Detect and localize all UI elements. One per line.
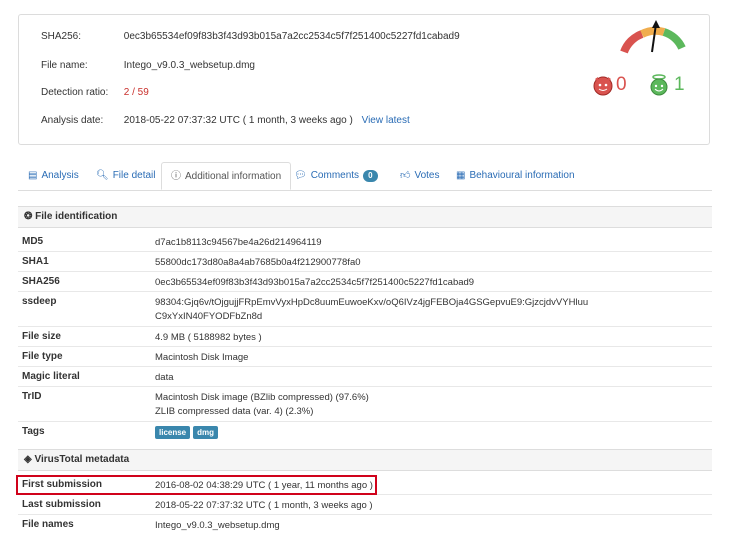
row-key: ssdeep: [22, 296, 57, 307]
sha256-row: SHA256: 0ec3b65534ef09f83b3f43d93b015a7a…: [41, 31, 460, 42]
file-identification-heading: ❂ File identification: [18, 206, 712, 228]
detection-label: Detection ratio:: [41, 87, 109, 98]
table-icon: ▤: [28, 170, 38, 181]
community-score-gauge: 0 1: [578, 18, 688, 108]
table-row-last-submission: Last submission 2018-05-22 07:37:32 UTC …: [18, 495, 712, 515]
harmless-votes-count: 1: [674, 74, 685, 95]
analysis-date-row: Analysis date: 2018-05-22 07:37:32 UTC (…: [41, 115, 410, 126]
tab-comments[interactable]: 💬︎ Comments 0: [294, 162, 378, 190]
thumbs-icon: 👍︎: [400, 170, 411, 181]
row-value: 2018-05-22 07:37:32 UTC ( 1 month, 3 wee…: [155, 500, 373, 511]
detection-ratio: 2 / 59: [123, 87, 149, 98]
search-icon: 🔍︎: [96, 170, 109, 181]
ssdeep-line-1: 98304:Gjq6v/tOjgujjFRpEmvVyxHpDc8uumEuwo…: [155, 297, 589, 308]
filename-label: File name:: [41, 60, 88, 71]
row-key: TrID: [22, 391, 42, 402]
virustotal-metadata-heading: ◈ VirusTotal metadata: [18, 449, 712, 471]
row-key: Magic literal: [22, 371, 80, 382]
tab-behavioural-information[interactable]: ▦ Behavioural information: [456, 162, 575, 190]
analysis-date-value: 2018-05-22 07:37:32 UTC ( 1 month, 3 wee…: [123, 115, 353, 126]
row-value: Macintosh Disk Image: [155, 352, 249, 363]
trid-line-2: ZLIB compressed data (var. 4) (2.3%): [155, 406, 314, 417]
row-value: 4.9 MB ( 5188982 bytes ): [155, 332, 262, 343]
comments-count-badge: 0: [363, 170, 378, 182]
tab-analysis[interactable]: ▤ Analysis: [28, 162, 79, 190]
row-key: SHA256: [22, 276, 60, 287]
film-icon: ▦: [456, 170, 466, 181]
fingerprint-icon: ❂: [24, 211, 33, 222]
row-key: File size: [22, 331, 61, 342]
row-key: SHA1: [22, 256, 49, 267]
sha256-label: SHA256:: [41, 31, 82, 42]
row-key: MD5: [22, 236, 44, 247]
tag-icon: ◈: [24, 454, 32, 465]
row-value: Intego_v9.0.3_websetup.dmg: [155, 520, 280, 531]
comment-icon: 💬︎: [294, 170, 307, 181]
row-value: d7ac1b8113c94567be4a26d214964119: [155, 237, 322, 248]
row-key: Tags: [22, 426, 45, 437]
malicious-votes-count: 0: [616, 74, 627, 95]
table-row-file-size: File size 4.9 MB ( 5188982 bytes ): [18, 327, 712, 347]
analysis-date-label: Analysis date:: [41, 115, 104, 126]
row-key: Last submission: [22, 499, 101, 510]
table-row-file-names: File names Intego_v9.0.3_websetup.dmg: [18, 515, 712, 537]
table-row-file-type: File type Macintosh Disk Image: [18, 347, 712, 367]
sha256-value: 0ec3b65534ef09f83b3f43d93b015a7a2cc2534c…: [123, 31, 460, 42]
file-identification-title: File identification: [35, 211, 118, 222]
devil-face-icon: [592, 74, 614, 99]
tab-additional-information-label: Additional information: [185, 171, 282, 182]
tab-analysis-label: Analysis: [41, 170, 79, 181]
row-value: data: [155, 372, 174, 383]
view-latest-link[interactable]: View latest: [362, 115, 410, 126]
row-value: Macintosh Disk image (BZlib compressed) …: [155, 391, 369, 419]
row-key: File type: [22, 351, 63, 362]
row-value: 98304:Gjq6v/tOjgujjFRpEmvVyxHpDc8uumEuwo…: [155, 296, 588, 324]
ssdeep-line-2: C9xYxIN40FYODFbZn8d: [155, 311, 263, 322]
filename-value: Intego_v9.0.3_websetup.dmg: [123, 60, 255, 71]
info-icon: ⓘ: [171, 171, 181, 182]
table-row-tags: Tags license dmg: [18, 422, 712, 444]
table-row-sha1: SHA1 55800dc173d80a8a4ab7685b0a4f2129007…: [18, 252, 712, 272]
tag-license[interactable]: license: [155, 426, 191, 439]
angel-face-icon: [648, 74, 670, 99]
row-value: 0ec3b65534ef09f83b3f43d93b015a7a2cc2534c…: [155, 277, 475, 288]
detection-row: Detection ratio: 2 / 59: [41, 87, 149, 98]
row-value: 55800dc173d80a8a4ab7685b0a4f212900778fa0: [155, 257, 361, 268]
report-tabs: ▤ Analysis 🔍︎ File detail ⓘ Additional info…: [18, 162, 712, 191]
table-row-trid: TrID Macintosh Disk image (BZlib compres…: [18, 387, 712, 422]
tab-additional-information[interactable]: ⓘ Additional information: [161, 162, 292, 190]
table-row-ssdeep: ssdeep 98304:Gjq6v/tOjgujjFRpEmvVyxHpDc8…: [18, 292, 712, 327]
first-submission-highlight-box: [16, 475, 377, 495]
row-value: license dmg: [155, 426, 221, 440]
tab-votes[interactable]: 👍︎ Votes: [400, 162, 439, 190]
tab-behavioural-information-label: Behavioural information: [469, 170, 575, 181]
tab-file-detail-label: File detail: [112, 170, 156, 181]
table-row-md5: MD5 d7ac1b8113c94567be4a26d214964119: [18, 232, 712, 252]
tab-comments-label: Comments: [310, 170, 360, 181]
virustotal-metadata-title: VirusTotal metadata: [34, 454, 130, 465]
trid-line-1: Macintosh Disk image (BZlib compressed) …: [155, 392, 369, 403]
tab-file-detail[interactable]: 🔍︎ File detail: [96, 162, 156, 190]
filename-row: File name: Intego_v9.0.3_websetup.dmg: [41, 60, 255, 71]
row-key: File names: [22, 519, 74, 530]
table-row-sha256: SHA256 0ec3b65534ef09f83b3f43d93b015a7a2…: [18, 272, 712, 292]
tab-votes-label: Votes: [414, 170, 440, 181]
table-row-magic-literal: Magic literal data: [18, 367, 712, 387]
tag-dmg[interactable]: dmg: [193, 426, 219, 439]
